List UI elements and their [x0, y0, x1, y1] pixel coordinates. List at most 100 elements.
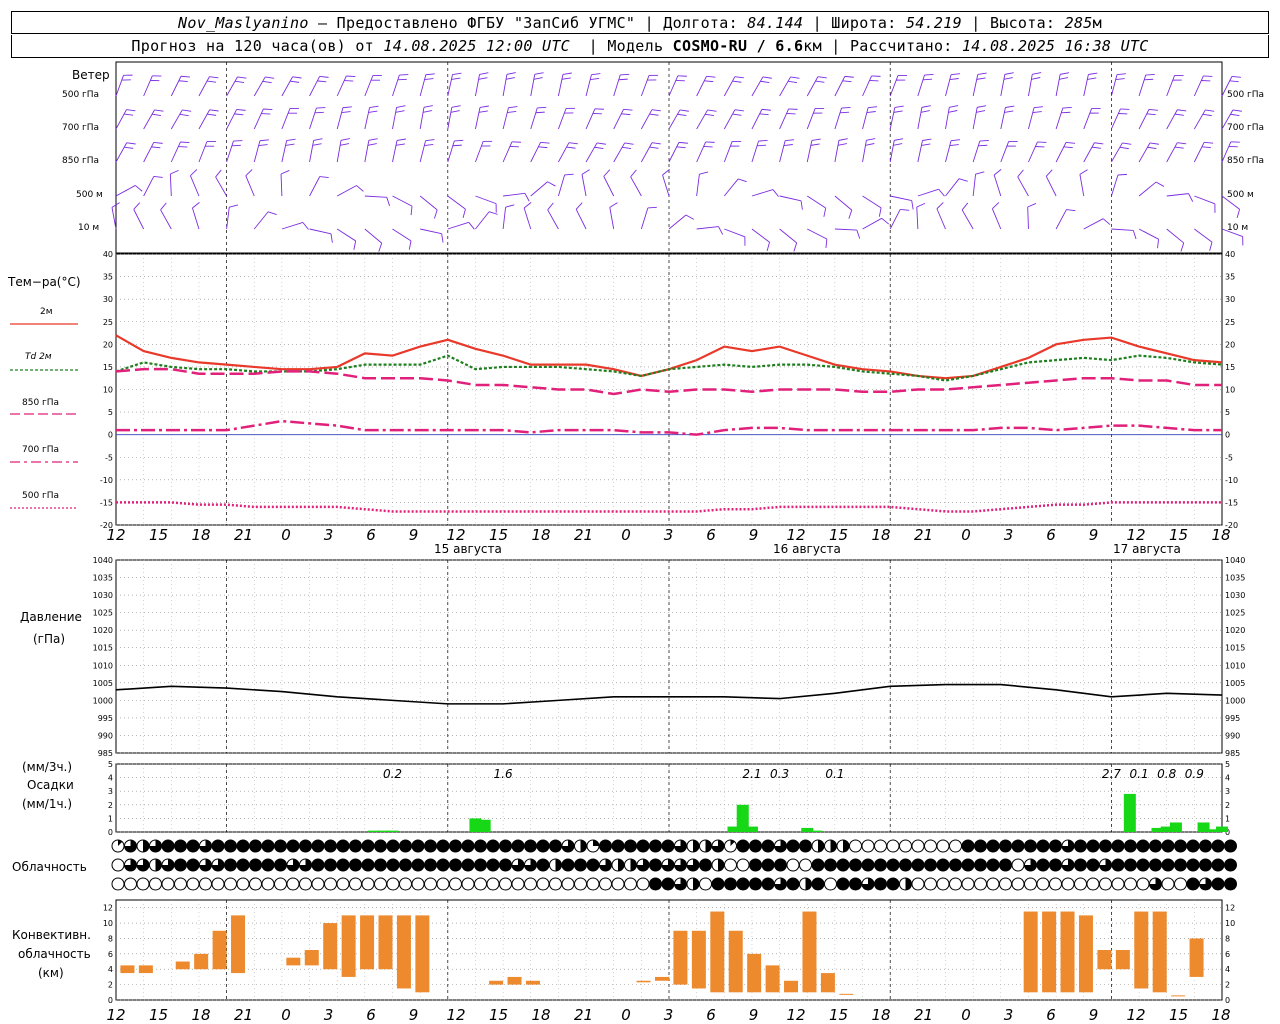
- wind-barb-flag: [676, 146, 686, 149]
- wind-barb-flag: [209, 76, 219, 79]
- wind-barb-flag: [1204, 141, 1214, 144]
- pressure-tick-label-right: 1005: [1225, 679, 1245, 688]
- cloud-fill: [1187, 859, 1199, 871]
- precip-bar: [810, 830, 823, 832]
- wind-barb-flag: [1180, 242, 1185, 252]
- wind-barb-flag: [1231, 75, 1241, 78]
- precip-value-label: 2.7: [1102, 767, 1121, 781]
- cloud-cover-symbol: [261, 877, 275, 891]
- wind-barb: [475, 141, 484, 163]
- wind-barb-flag: [537, 106, 547, 109]
- wind-barb: [862, 107, 869, 130]
- wind-barb-flag: [815, 80, 825, 83]
- cloud-fill: [887, 878, 899, 890]
- cloud-fill: [649, 859, 662, 871]
- wind-barb: [723, 141, 733, 163]
- conv-bar: [820, 973, 835, 993]
- wind-barb: [751, 189, 774, 197]
- wind-barb-flag: [621, 113, 631, 116]
- wind-barb: [392, 228, 412, 242]
- cloud-fill: [1074, 859, 1087, 871]
- cloud-cover-symbol: [886, 839, 900, 853]
- cloud-fill: [1012, 840, 1024, 852]
- wind-barb-flag: [468, 222, 475, 230]
- conv-bar: [1060, 911, 1075, 993]
- wind-barb-flag: [581, 169, 590, 175]
- wind-barb: [779, 76, 791, 97]
- wind-barb: [115, 109, 127, 130]
- conv-tick-label: 6: [108, 950, 113, 959]
- wind-barb: [530, 142, 541, 163]
- pressure-tick-label-right: 985: [1225, 749, 1240, 758]
- wind-barb-flag: [949, 78, 959, 80]
- cloud-fill: [1149, 840, 1162, 852]
- hour-tick-label: 21: [914, 526, 933, 544]
- wind-barb-flag: [236, 108, 246, 111]
- wind-barb-flag: [1115, 78, 1125, 80]
- cloud-cover-symbol: [936, 877, 950, 891]
- wind-barb-flag: [951, 139, 961, 142]
- hour-tick-label-bottom: 21: [574, 1006, 593, 1024]
- conv-bar: [489, 980, 504, 985]
- pressure-tick-label: 1005: [93, 679, 113, 688]
- hour-tick-label: 15: [1169, 526, 1188, 544]
- wind-barb: [890, 195, 912, 202]
- wind-barb-flag: [479, 72, 489, 75]
- wind-barb: [917, 107, 923, 130]
- wind-barb: [245, 175, 255, 197]
- cloud-cover-symbol: [286, 877, 300, 891]
- wind-barb: [215, 176, 227, 197]
- conv-bar: [341, 915, 356, 977]
- wind-barb-flag: [505, 77, 515, 80]
- wind-barb: [280, 173, 283, 197]
- cloud-fill: [237, 840, 249, 852]
- hour-tick-label-bottom: 3: [1004, 1006, 1014, 1024]
- wind-barb: [1221, 109, 1234, 130]
- wind-barb-flag: [800, 200, 803, 210]
- wind-barb-flag: [961, 202, 969, 211]
- wind-barb-flag: [950, 73, 961, 76]
- cloud-cover-symbol: [1136, 877, 1150, 891]
- wind-barb-flag: [180, 141, 190, 143]
- hour-tick-label: 0: [621, 526, 631, 544]
- cloud-fill: [749, 859, 762, 871]
- conv-bar: [175, 961, 190, 970]
- wind-barb: [170, 141, 181, 163]
- wind-barb-flag: [290, 80, 300, 83]
- hour-tick-label: 6: [706, 526, 716, 544]
- precip-value-label: 0.3: [770, 767, 789, 781]
- wind-barb: [862, 195, 882, 209]
- wind-barb-flag: [160, 202, 167, 211]
- wind-barb-flag: [949, 105, 959, 108]
- cloud-cover-symbol: [461, 877, 475, 891]
- cloud-fill: [1037, 859, 1049, 871]
- hour-tick-label: 3: [1004, 526, 1014, 544]
- precip-bar: [386, 830, 399, 832]
- cloud-fill: [987, 859, 999, 871]
- pressure-tick-label: 1040: [93, 556, 113, 565]
- wind-barb-flag: [568, 142, 578, 145]
- wind-barb-flag: [922, 78, 933, 81]
- cloud-cover-symbol: [961, 877, 975, 891]
- wind-barb: [1028, 107, 1035, 130]
- wind-barb: [190, 175, 200, 197]
- conv-bar: [1152, 911, 1167, 993]
- cloud-cover-symbol: [786, 858, 800, 872]
- wind-barb-flag: [732, 113, 742, 116]
- wind-barb-flag: [1079, 169, 1088, 175]
- wind-barb: [392, 195, 413, 207]
- wind-barb: [281, 140, 288, 163]
- wind-barb: [834, 140, 840, 163]
- hour-tick-label-bottom: 15: [1169, 1006, 1188, 1024]
- wind-barb-flag: [340, 143, 350, 146]
- wind-barb: [447, 107, 453, 130]
- cloud-fill: [712, 878, 724, 890]
- wind-barb-flag: [450, 110, 460, 113]
- hour-tick-label-bottom: 6: [366, 1006, 376, 1024]
- conv-tick-label-right: 12: [1225, 904, 1235, 913]
- precip-tick-label-right: 2: [1225, 801, 1230, 810]
- hour-tick-label-bottom: 12: [106, 1006, 125, 1024]
- hour-tick-label: 18: [871, 526, 890, 544]
- wind-barb: [1083, 142, 1095, 163]
- wind-barb-flag: [1201, 146, 1211, 149]
